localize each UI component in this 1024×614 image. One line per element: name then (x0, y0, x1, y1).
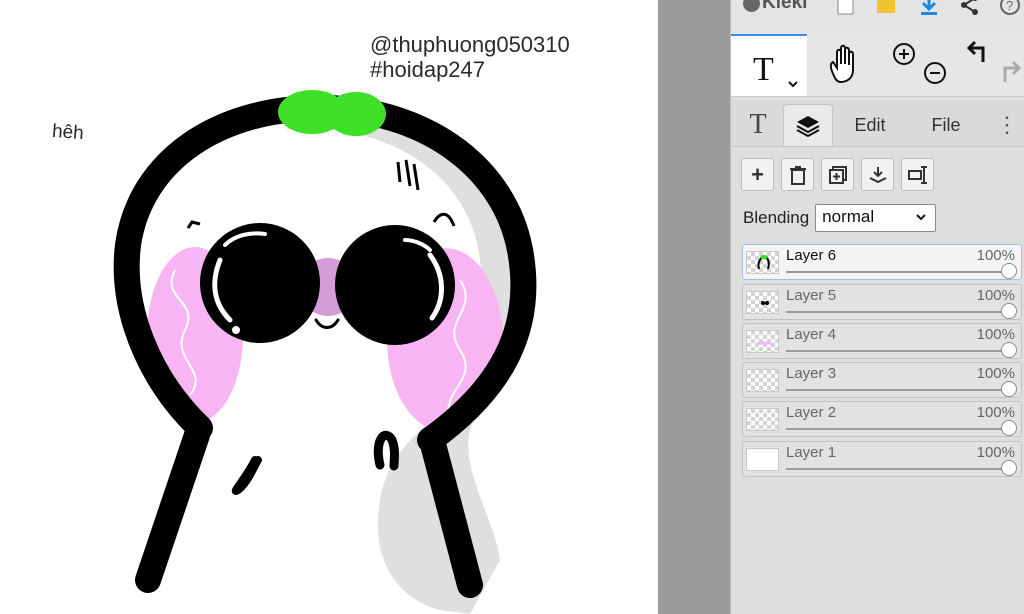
layer-opacity: 100% (976, 326, 1015, 343)
layer-opacity: 100% (976, 365, 1015, 382)
slider-knob[interactable] (1001, 303, 1017, 319)
tab-file[interactable]: File (915, 104, 977, 146)
new-file-icon[interactable] (835, 0, 857, 16)
canvas-gutter (658, 0, 730, 614)
duplicate-layer-button[interactable] (821, 158, 854, 191)
layer-name: Layer 4 (786, 326, 837, 343)
slider-knob[interactable] (1001, 263, 1017, 279)
hand-tool-button[interactable] (807, 34, 883, 96)
layer-thumbnail (746, 369, 779, 392)
kleki-logo[interactable]: Kleki (743, 0, 807, 14)
panel-tabs: T Edit File ⋮ (731, 100, 1024, 147)
canvas-text-handle: @thuphuong050310 (370, 32, 570, 57)
add-layer-button[interactable]: + (741, 158, 774, 191)
merge-down-button[interactable] (861, 158, 894, 191)
undo-icon[interactable] (953, 34, 1024, 94)
layer-name: Layer 3 (786, 365, 837, 382)
rename-layer-button[interactable] (901, 158, 934, 191)
text-tool-icon: T (753, 51, 798, 88)
text-tool-button[interactable]: T (731, 34, 807, 96)
layer-item-3[interactable]: Layer 3 100% (742, 362, 1022, 398)
undo-redo (953, 34, 1024, 96)
layer-opacity: 100% (976, 444, 1015, 461)
layer-item-6[interactable]: Layer 6 100% (742, 244, 1022, 280)
chevron-down-icon (916, 214, 926, 221)
slider-knob[interactable] (1001, 381, 1017, 397)
layer-name: Layer 5 (786, 287, 837, 304)
layer-item-5[interactable]: Layer 5 100% (742, 284, 1022, 320)
opacity-slider[interactable] (786, 342, 1017, 358)
duplicate-icon (828, 165, 847, 184)
slider-knob[interactable] (1001, 460, 1017, 476)
layer-item-2[interactable]: Layer 2 100% (742, 401, 1022, 437)
text-tab-icon: T (749, 109, 767, 140)
layer-opacity: 100% (976, 404, 1015, 421)
layer-name: Layer 6 (786, 247, 837, 264)
top-bar: Kleki ? (731, 0, 1024, 35)
opacity-slider[interactable] (786, 263, 1017, 279)
blending-select[interactable]: normal (815, 204, 937, 232)
zoom-tool (883, 34, 953, 96)
opacity-slider[interactable] (786, 381, 1017, 397)
trash-icon (789, 165, 806, 185)
kleki-logo-icon (743, 0, 760, 12)
layer-thumbnail (746, 251, 779, 274)
zoom-in-out-icon[interactable] (883, 34, 953, 94)
rename-icon (907, 165, 927, 184)
merge-down-icon (869, 166, 886, 183)
layer-thumbnail (746, 330, 779, 353)
app-name: Kleki (762, 0, 808, 13)
tool-row: T (731, 34, 1024, 97)
blending-label: Blending (743, 208, 810, 227)
layer-name: Layer 1 (786, 444, 837, 461)
layer-thumbnail (746, 408, 779, 431)
layers-icon (796, 115, 820, 137)
artwork (113, 90, 537, 614)
svg-text:T: T (753, 51, 774, 88)
opacity-slider[interactable] (786, 460, 1017, 476)
layer-thumbnail (746, 291, 779, 314)
tab-edit[interactable]: Edit (839, 104, 901, 146)
layer-item-1[interactable]: Layer 1 100% (742, 441, 1022, 477)
layer-opacity: 100% (976, 287, 1015, 304)
layer-opacity: 100% (976, 247, 1015, 264)
svg-text:?: ? (1006, 0, 1013, 13)
layer-name: Layer 2 (786, 404, 837, 421)
layer-thumbnail (746, 448, 779, 471)
blending-value: normal (822, 207, 875, 226)
help-icon[interactable]: ? (999, 0, 1021, 16)
hand-icon (829, 44, 854, 84)
opacity-slider[interactable] (786, 420, 1017, 436)
canvas-text-tag: #hoidap247 (370, 57, 486, 82)
delete-layer-button[interactable] (781, 158, 814, 191)
slider-knob[interactable] (1001, 420, 1017, 436)
layer-item-4[interactable]: Layer 4 100% (742, 323, 1022, 359)
tab-layers[interactable] (783, 104, 833, 146)
blending-row: Blending normal (743, 204, 937, 232)
drawing-canvas[interactable]: @thuphuong050310 #hoidap247 hêh (0, 0, 658, 614)
plus-icon: + (751, 161, 764, 187)
opacity-slider[interactable] (786, 303, 1017, 319)
tab-text[interactable]: T (737, 104, 779, 146)
canvas-text-heh: hêh (51, 120, 85, 145)
side-panel: Kleki ? T T Edit File ⋮ + Blending norma… (730, 0, 1024, 614)
share-icon[interactable] (959, 0, 981, 16)
download-icon[interactable] (918, 0, 940, 16)
open-folder-icon[interactable] (875, 0, 897, 16)
slider-knob[interactable] (1001, 342, 1017, 358)
more-menu-icon[interactable]: ⋮ (996, 104, 1018, 146)
